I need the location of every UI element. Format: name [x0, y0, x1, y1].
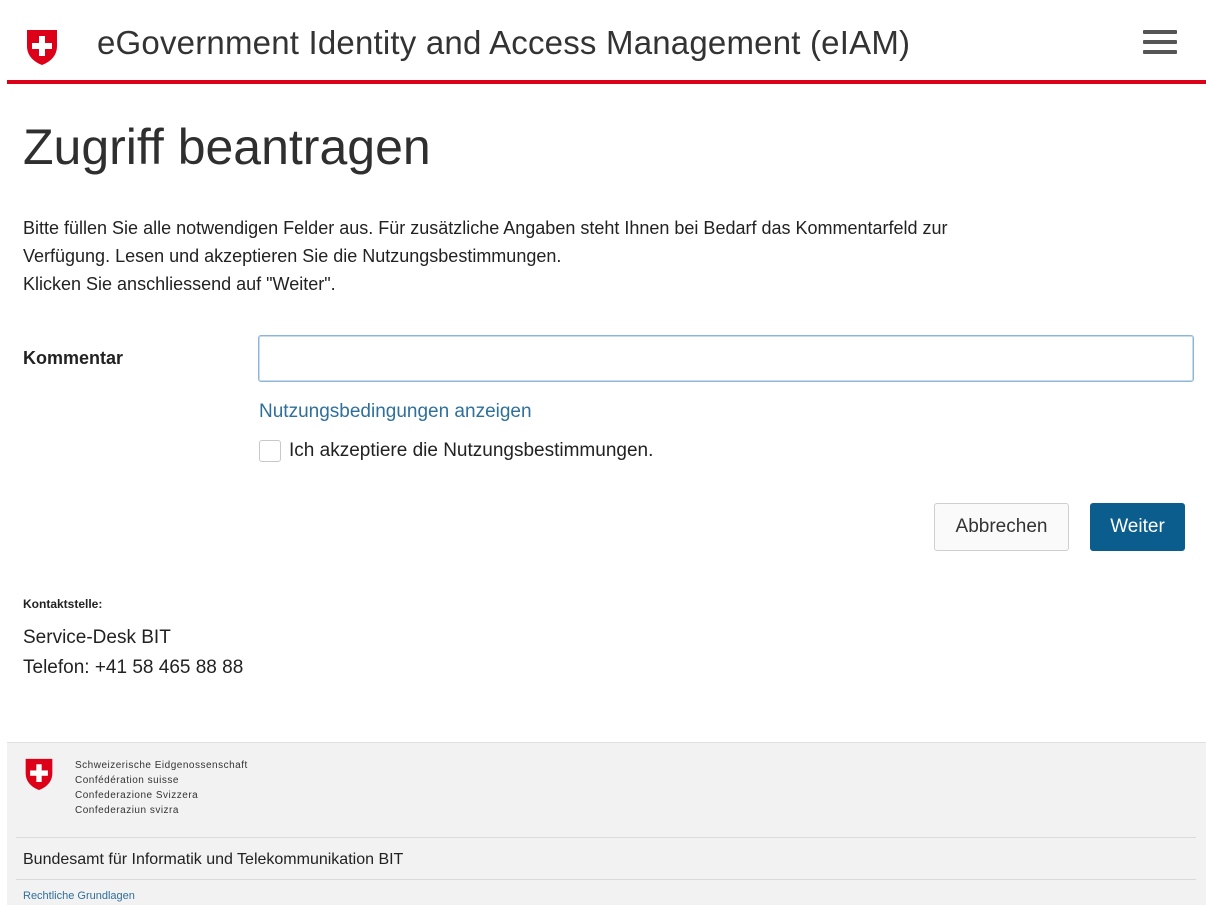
- confederation-names: Schweizerische Eidgenossenschaft Confédé…: [75, 758, 248, 818]
- terms-link[interactable]: Nutzungsbedingungen anzeigen: [259, 401, 532, 423]
- next-button[interactable]: Weiter: [1090, 503, 1185, 551]
- legal-basis-link[interactable]: Rechtliche Grundlagen: [23, 890, 135, 902]
- contact-heading: Kontaktstelle:: [23, 597, 103, 611]
- confederation-name-fr: Confédération suisse: [75, 775, 179, 786]
- contact-phone: Telefon: +41 58 465 88 88: [23, 657, 244, 678]
- cancel-button[interactable]: Abbrechen: [934, 503, 1069, 551]
- confederation-name-it: Confederazione Svizzera: [75, 790, 199, 801]
- app-title: eGovernment Identity and Access Manageme…: [97, 24, 911, 61]
- accept-terms-label[interactable]: Ich akzeptiere die Nutzungsbestimmungen.: [289, 440, 653, 462]
- page-title: Zugriff beantragen: [23, 119, 431, 175]
- header: eGovernment Identity and Access Manageme…: [0, 0, 1206, 88]
- footer-divider: [16, 837, 1196, 838]
- confederation-name-de: Schweizerische Eidgenossenschaft: [75, 760, 248, 771]
- intro-line: Verfügung. Lesen und akzeptieren Sie die…: [23, 246, 562, 266]
- header-accent-line: [7, 80, 1206, 84]
- swiss-coat-of-arms-icon[interactable]: [24, 28, 60, 66]
- contact-name: Service-Desk BIT: [23, 627, 171, 648]
- intro-line: Bitte füllen Sie alle notwendigen Felder…: [23, 218, 948, 238]
- comment-label: Kommentar: [23, 348, 124, 368]
- accept-terms-checkbox[interactable]: [259, 440, 281, 462]
- confederation-name-rm: Confederaziun svizra: [75, 805, 179, 816]
- footer: Schweizerische Eidgenossenschaft Confédé…: [7, 742, 1206, 905]
- intro-text: Bitte füllen Sie alle notwendigen Felder…: [23, 214, 1183, 298]
- accept-terms-row: Ich akzeptiere die Nutzungsbestimmungen.: [259, 438, 653, 464]
- footer-divider: [16, 879, 1196, 880]
- comment-input[interactable]: [258, 335, 1194, 382]
- intro-line: Klicken Sie anschliessend auf "Weiter".: [23, 274, 336, 294]
- swiss-coat-of-arms-icon: [25, 758, 53, 790]
- hamburger-menu-icon[interactable]: [1143, 30, 1177, 60]
- footer-office-name: Bundesamt für Informatik und Telekommuni…: [23, 851, 404, 868]
